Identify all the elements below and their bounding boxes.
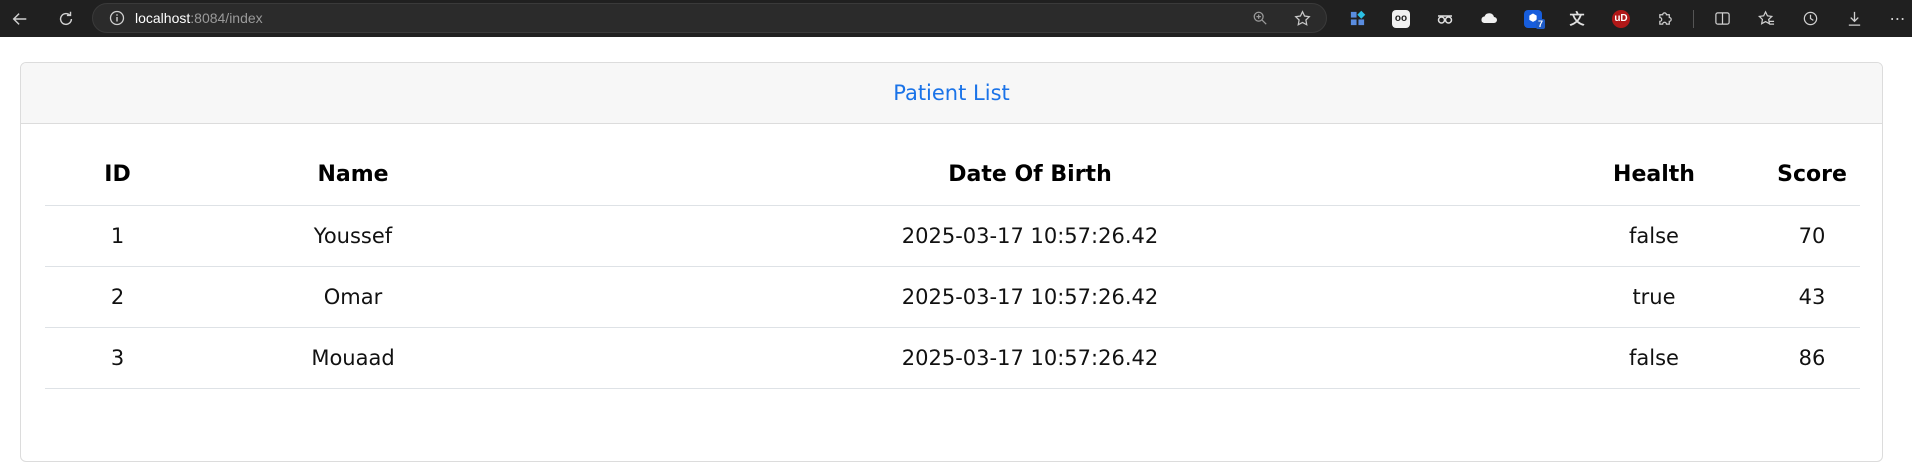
browser-toolbar: localhost :8084/index oo ⬢ 7 文 uD ⋯: [0, 0, 1912, 37]
column-header-name: Name: [190, 144, 516, 206]
back-button[interactable]: [0, 0, 40, 37]
extensions-puzzle-icon[interactable]: [1643, 0, 1687, 37]
cell-date-of-birth: 2025-03-17 10:57:26.42: [516, 205, 1544, 267]
downloads-icon[interactable]: [1832, 0, 1876, 37]
bitwarden-icon[interactable]: ⬢ 7: [1511, 0, 1555, 37]
patient-table: ID Name Date Of Birth Health Score 1 You…: [45, 144, 1860, 389]
bitwarden-badge: 7: [1536, 19, 1546, 29]
url-text[interactable]: localhost :8084/index: [135, 10, 263, 26]
refresh-icon: [59, 11, 73, 25]
cell-date-of-birth: 2025-03-17 10:57:26.42: [516, 266, 1544, 328]
column-header-date-of-birth: Date Of Birth: [516, 144, 1544, 206]
cell-id: 1: [45, 205, 190, 267]
refresh-button[interactable]: [46, 0, 86, 37]
cell-score: 86: [1764, 327, 1860, 389]
toolbar-divider: [1693, 9, 1694, 28]
split-screen-icon[interactable]: [1700, 0, 1744, 37]
cell-date-of-birth: 2025-03-17 10:57:26.42: [516, 327, 1544, 389]
patient-card: Patient List ID Name Date Of Birth Healt…: [20, 62, 1883, 462]
favorites-icon[interactable]: [1744, 0, 1788, 37]
card-header: Patient List: [21, 63, 1882, 124]
cell-health: false: [1544, 327, 1764, 389]
spy-extension-icon[interactable]: [1423, 0, 1467, 37]
ublock-icon[interactable]: uD: [1599, 0, 1643, 37]
column-header-health: Health: [1544, 144, 1764, 206]
more-menu-icon[interactable]: ⋯: [1876, 0, 1912, 37]
card-title: Patient List: [893, 81, 1010, 105]
url-path: :8084/index: [190, 10, 263, 26]
table-header-row: ID Name Date Of Birth Health Score: [45, 144, 1860, 206]
url-host: localhost: [135, 10, 191, 26]
history-icon[interactable]: [1788, 0, 1832, 37]
page-content: Patient List ID Name Date Of Birth Healt…: [0, 37, 1912, 462]
cell-id: 3: [45, 327, 190, 389]
cell-id: 2: [45, 266, 190, 328]
cell-name: Omar: [190, 266, 516, 328]
column-header-score: Score: [1764, 144, 1860, 206]
extension-pin-icon[interactable]: [1335, 0, 1379, 37]
cell-score: 43: [1764, 266, 1860, 328]
zoom-icon[interactable]: [1246, 5, 1274, 31]
column-header-id: ID: [45, 144, 190, 206]
address-bar[interactable]: localhost :8084/index: [92, 3, 1327, 33]
site-info-icon[interactable]: [109, 10, 125, 26]
table-row: 1 Youssef 2025-03-17 10:57:26.42 false 7…: [45, 205, 1860, 267]
cell-name: Mouaad: [190, 327, 516, 389]
cloud-extension-icon[interactable]: [1467, 0, 1511, 37]
table-row: 3 Mouaad 2025-03-17 10:57:26.42 false 86: [45, 327, 1860, 389]
cell-health: false: [1544, 205, 1764, 267]
cell-score: 70: [1764, 205, 1860, 267]
cell-name: Youssef: [190, 205, 516, 267]
back-arrow-icon: [12, 12, 27, 25]
ghost-extension-icon[interactable]: oo: [1379, 0, 1423, 37]
table-row: 2 Omar 2025-03-17 10:57:26.42 true 43: [45, 266, 1860, 328]
cell-health: true: [1544, 266, 1764, 328]
translate-extension-icon[interactable]: 文: [1555, 0, 1599, 37]
favorite-star-icon[interactable]: [1288, 5, 1316, 31]
